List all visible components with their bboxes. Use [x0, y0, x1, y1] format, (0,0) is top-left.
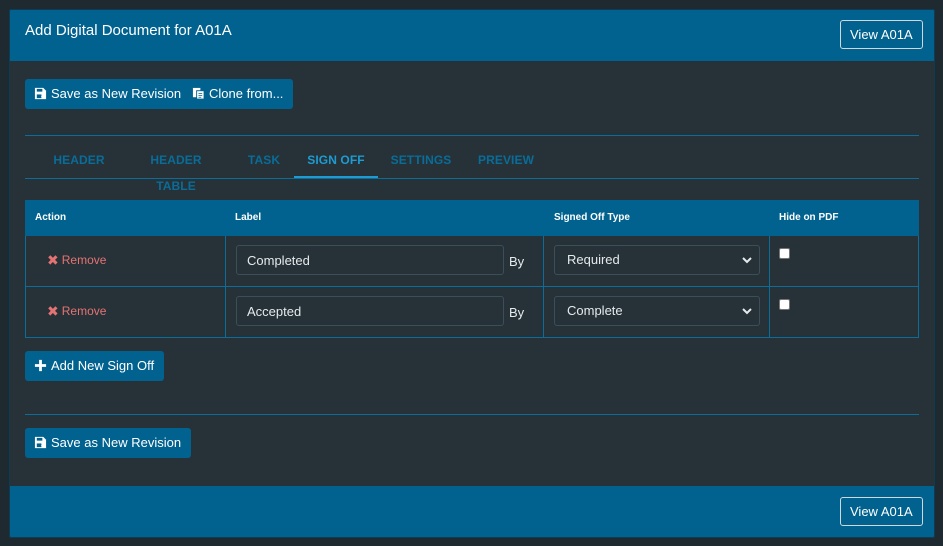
- by-label: By: [509, 254, 525, 269]
- document-tabs: HEADER HEADER TABLE TASK SIGN OFF SETTIN…: [25, 147, 919, 193]
- tab-sign-off[interactable]: SIGN OFF: [294, 147, 378, 179]
- clone-from-button[interactable]: Clone from...: [183, 79, 294, 109]
- panel-header: Add Digital Document for A01A View A01A: [10, 10, 934, 61]
- view-document-button-footer[interactable]: View A01A: [840, 497, 923, 526]
- cell-divider: [769, 287, 770, 337]
- divider: [25, 414, 919, 415]
- tab-task[interactable]: TASK: [245, 147, 283, 179]
- remove-row-button[interactable]: ✖ Remove: [47, 252, 106, 269]
- cell-divider: [225, 287, 226, 337]
- chevron-down-icon: [742, 257, 752, 264]
- save-icon: [34, 436, 47, 449]
- save-revision-button-bottom[interactable]: Save as New Revision: [25, 428, 192, 458]
- document-panel: Add Digital Document for A01A View A01A …: [9, 9, 935, 538]
- table-header: Action Label Signed Off Type Hide on PDF: [25, 200, 919, 236]
- remove-row-button[interactable]: ✖ Remove: [47, 303, 106, 320]
- column-header-label: Label: [235, 212, 262, 223]
- signed-off-type-select[interactable]: Required: [554, 245, 760, 275]
- view-document-button[interactable]: View A01A: [840, 20, 923, 49]
- save-revision-label: Save as New Revision: [51, 86, 182, 101]
- cell-divider: [225, 236, 226, 286]
- plus-icon: [34, 359, 47, 372]
- tab-preview[interactable]: PREVIEW: [477, 147, 535, 179]
- column-header-hide-on-pdf: Hide on PDF: [779, 212, 839, 223]
- remove-icon: ✖: [47, 303, 59, 319]
- cell-divider: [769, 236, 770, 286]
- signed-off-type-value: Complete: [567, 303, 623, 318]
- remove-label: Remove: [61, 304, 107, 318]
- hide-on-pdf-checkbox[interactable]: [779, 248, 790, 259]
- table-row: ✖Remove By Required: [25, 236, 919, 287]
- table-row: ✖Remove By Complete: [25, 287, 919, 338]
- tab-settings[interactable]: SETTINGS: [390, 147, 452, 179]
- divider: [25, 135, 919, 136]
- clone-icon: [192, 87, 205, 100]
- column-header-action: Action: [35, 212, 67, 223]
- hide-on-pdf-checkbox[interactable]: [779, 299, 790, 310]
- column-header-signed-off-type: Signed Off Type: [554, 212, 630, 223]
- cell-divider: [543, 287, 544, 337]
- add-sign-off-button[interactable]: Add New Sign Off: [25, 351, 165, 381]
- cell-divider: [543, 236, 544, 286]
- tab-header[interactable]: HEADER: [42, 147, 116, 179]
- remove-icon: ✖: [47, 252, 59, 268]
- clone-from-label: Clone from...: [209, 86, 284, 101]
- sign-off-label-input[interactable]: [236, 296, 504, 326]
- add-sign-off-label: Add New Sign Off: [51, 358, 155, 373]
- remove-label: Remove: [61, 253, 107, 267]
- chevron-down-icon: [742, 308, 752, 315]
- signed-off-type-select[interactable]: Complete: [554, 296, 760, 326]
- tab-header-table[interactable]: HEADER TABLE: [129, 147, 223, 193]
- panel-footer: View A01A: [10, 486, 934, 537]
- save-icon: [34, 87, 47, 100]
- by-label: By: [509, 305, 525, 320]
- signed-off-type-value: Required: [567, 252, 620, 267]
- page-title: Add Digital Document for A01A: [25, 22, 232, 39]
- save-revision-label: Save as New Revision: [51, 435, 182, 450]
- save-revision-button[interactable]: Save as New Revision: [25, 79, 192, 109]
- sign-off-label-input[interactable]: [236, 245, 504, 275]
- tabs-underline: [25, 178, 919, 179]
